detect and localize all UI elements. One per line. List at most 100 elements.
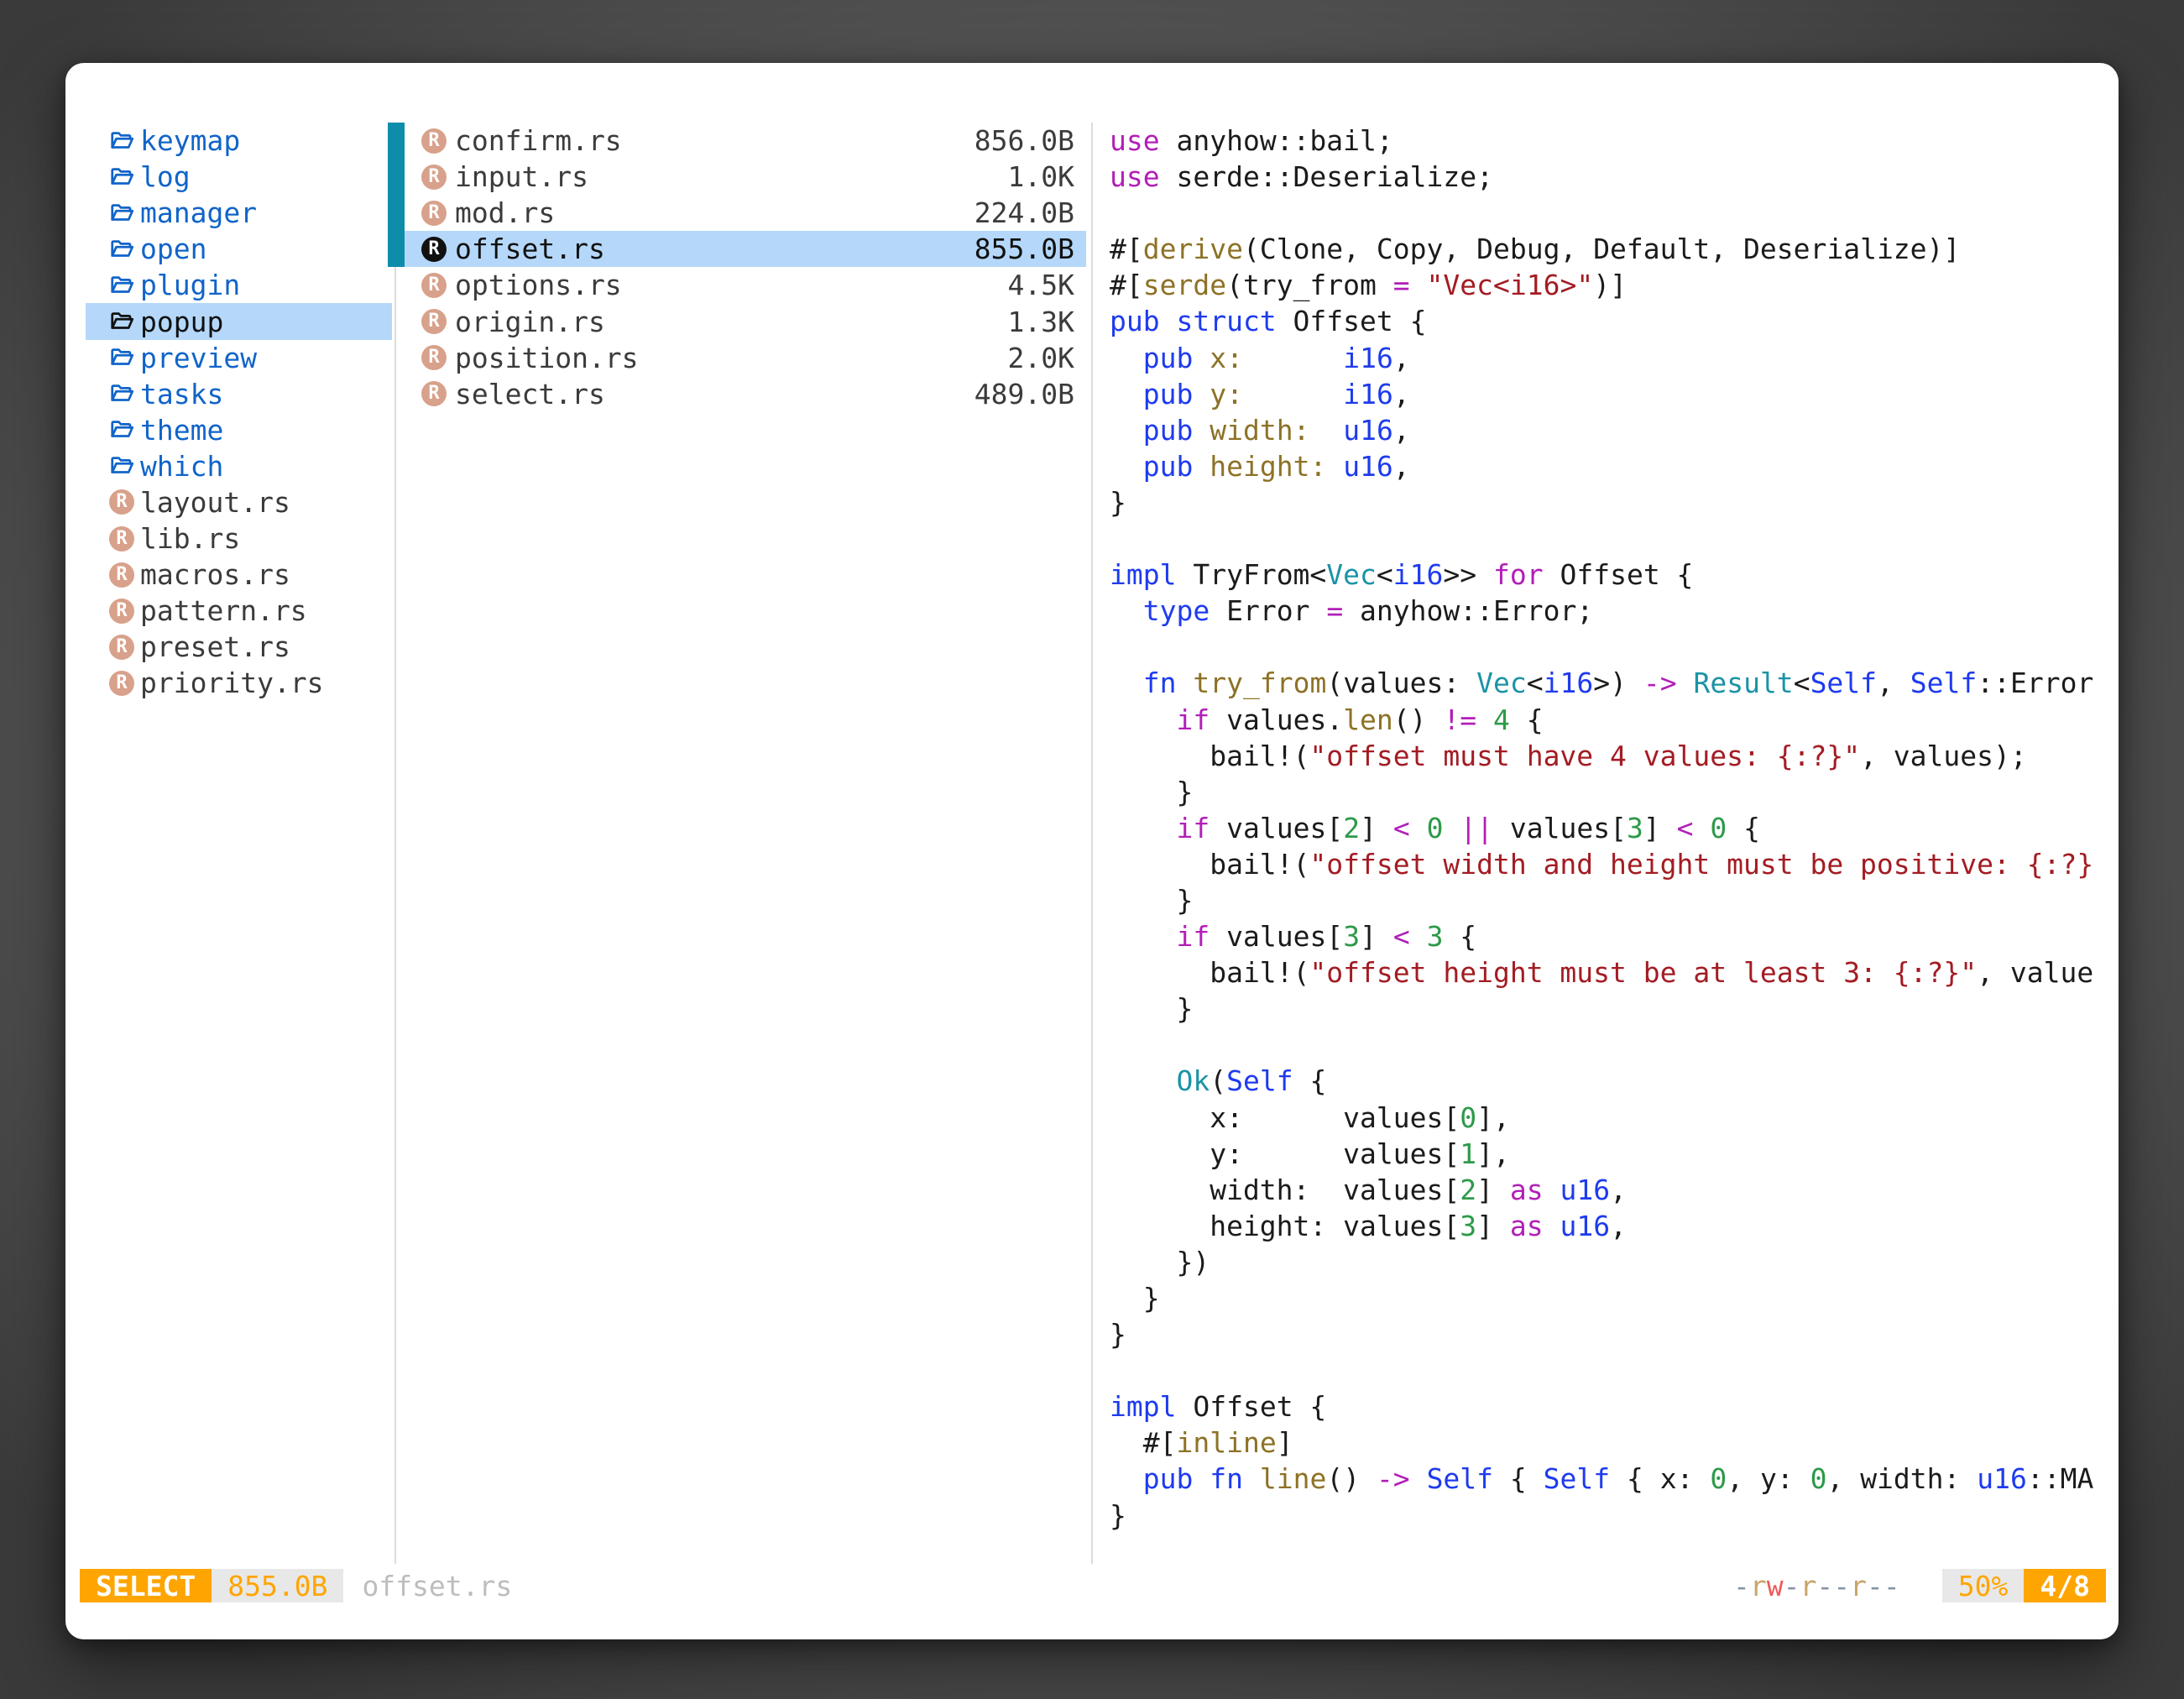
sidebar-item-preview[interactable]: preview <box>86 340 392 376</box>
rust-file-icon: R <box>420 379 448 408</box>
folder-open-icon <box>107 416 136 444</box>
code-line: if values.len() != 4 { <box>1110 702 2110 738</box>
code-line: height: values[3] as u16, <box>1110 1208 2110 1244</box>
sidebar-item-label: pattern.rs <box>140 594 307 627</box>
sidebar-item-label: layout.rs <box>140 486 290 519</box>
code-line: } <box>1110 882 2110 918</box>
sidebar-item-lib-rs[interactable]: Rlib.rs <box>86 520 392 557</box>
file-size: 1.3K <box>1008 306 1074 338</box>
file-name: confirm.rs <box>455 124 622 157</box>
code-line: } <box>1110 774 2110 810</box>
sidebar-pane: keymap log manager open plugin popup pre… <box>86 123 392 702</box>
cursor-position-badge: 4/8 <box>2024 1569 2106 1602</box>
sidebar-item-label: log <box>140 160 191 193</box>
sidebar-item-manager[interactable]: manager <box>86 195 392 231</box>
mode-label: SELECT <box>96 1570 196 1602</box>
rust-file-icon: R <box>107 669 136 698</box>
file-name: origin.rs <box>455 306 605 338</box>
desktop-background: keymap log manager open plugin popup pre… <box>0 0 2184 1699</box>
file-size: 489.0B <box>974 378 1074 410</box>
code-line: width: values[2] as u16, <box>1110 1172 2110 1208</box>
file-size: 4.5K <box>1008 269 1074 301</box>
sidebar-item-preset-rs[interactable]: Rpreset.rs <box>86 629 392 665</box>
code-line: pub x: i16, <box>1110 340 2110 376</box>
sidebar-item-label: priority.rs <box>140 667 324 699</box>
folder-open-icon <box>107 235 136 264</box>
cursor-position-label: 4/8 <box>2040 1570 2090 1602</box>
sidebar-item-tasks[interactable]: tasks <box>86 376 392 412</box>
file-row-position-rs[interactable]: Rposition.rs2.0K <box>405 340 1086 376</box>
sidebar-item-label: theme <box>140 414 223 447</box>
sidebar-item-open[interactable]: open <box>86 231 392 267</box>
rust-file-icon: R <box>420 163 448 191</box>
code-line: impl Offset { <box>1110 1388 2110 1425</box>
code-line: bail!("offset width and height must be p… <box>1110 846 2110 882</box>
code-line: } <box>1110 484 2110 520</box>
code-line <box>1110 1027 2110 1063</box>
status-left: SELECT 855.0B offset.rs <box>80 1569 512 1602</box>
file-row-offset-rs[interactable]: Roffset.rs855.0B <box>405 231 1086 267</box>
sidebar-item-macros-rs[interactable]: Rmacros.rs <box>86 557 392 593</box>
folder-open-icon <box>107 127 136 155</box>
sidebar-item-label: keymap <box>140 124 240 157</box>
rust-file-icon: R <box>107 633 136 661</box>
rust-file-icon: R <box>107 488 136 516</box>
code-line: #[derive(Clone, Copy, Debug, Default, De… <box>1110 231 2110 267</box>
folder-open-icon <box>107 271 136 300</box>
sidebar-item-plugin[interactable]: plugin <box>86 267 392 303</box>
code-line: use anyhow::bail; <box>1110 123 2110 159</box>
scroll-percent-badge: 50% <box>1942 1569 2025 1602</box>
code-line: x: values[0], <box>1110 1100 2110 1136</box>
rust-file-icon: R <box>420 307 448 336</box>
code-line: } <box>1110 991 2110 1027</box>
sidebar-item-log[interactable]: log <box>86 159 392 195</box>
selection-marker <box>388 123 405 159</box>
pane-separator <box>394 123 396 1564</box>
rust-file-icon: R <box>420 271 448 300</box>
folder-open-icon <box>107 199 136 227</box>
sidebar-item-keymap[interactable]: keymap <box>86 123 392 159</box>
rust-file-icon: R <box>420 235 448 264</box>
selection-marker <box>388 159 405 195</box>
file-permissions: -rw-r--r-- <box>1733 1570 1900 1602</box>
file-size: 855.0B <box>974 233 1074 265</box>
file-row-origin-rs[interactable]: Rorigin.rs 1.3K <box>405 304 1086 340</box>
code-line: } <box>1110 1498 2110 1534</box>
code-line: #[inline] <box>1110 1425 2110 1461</box>
selection-marker <box>388 195 405 231</box>
file-row-input-rs[interactable]: Rinput.rs1.0K <box>405 159 1086 195</box>
rust-file-icon: R <box>420 127 448 155</box>
code-line <box>1110 629 2110 665</box>
code-line: pub width: u16, <box>1110 412 2110 448</box>
folder-open-icon <box>107 163 136 191</box>
code-line: } <box>1110 1316 2110 1352</box>
sidebar-item-popup[interactable]: popup <box>86 303 392 339</box>
file-row-options-rs[interactable]: Roptions.rs4.5K <box>405 267 1086 303</box>
code-line: type Error = anyhow::Error; <box>1110 593 2110 629</box>
sidebar-item-layout-rs[interactable]: Rlayout.rs <box>86 484 392 520</box>
rust-file-icon: R <box>107 525 136 553</box>
file-row-confirm-rs[interactable]: Rconfirm.rs 856.0B <box>405 123 1086 159</box>
mode-badge: SELECT <box>80 1569 212 1602</box>
file-size: 856.0B <box>974 124 1074 157</box>
rust-file-icon: R <box>420 199 448 227</box>
code-line: pub height: u16, <box>1110 448 2110 484</box>
file-row-mod-rs[interactable]: Rmod.rs224.0B <box>405 195 1086 231</box>
code-line: bail!("offset must have 4 values: {:?}",… <box>1110 738 2110 774</box>
sidebar-item-priority-rs[interactable]: Rpriority.rs <box>86 665 392 701</box>
sidebar-item-which[interactable]: which <box>86 448 392 484</box>
sidebar-item-theme[interactable]: theme <box>86 412 392 448</box>
scroll-percent-label: 50% <box>1958 1570 2009 1602</box>
folder-open-icon <box>107 379 136 408</box>
code-line <box>1110 195 2110 231</box>
code-line: y: values[1], <box>1110 1136 2110 1172</box>
code-line <box>1110 1352 2110 1388</box>
file-row-select-rs[interactable]: Rselect.rs489.0B <box>405 376 1086 412</box>
folder-open-icon <box>107 452 136 480</box>
code-line: #[serde(try_from = "Vec<i16>")] <box>1110 267 2110 303</box>
code-line <box>1110 520 2110 557</box>
file-name: position.rs <box>455 342 639 374</box>
sidebar-item-label: plugin <box>140 269 240 301</box>
folder-open-icon <box>107 343 136 372</box>
sidebar-item-pattern-rs[interactable]: Rpattern.rs <box>86 593 392 629</box>
